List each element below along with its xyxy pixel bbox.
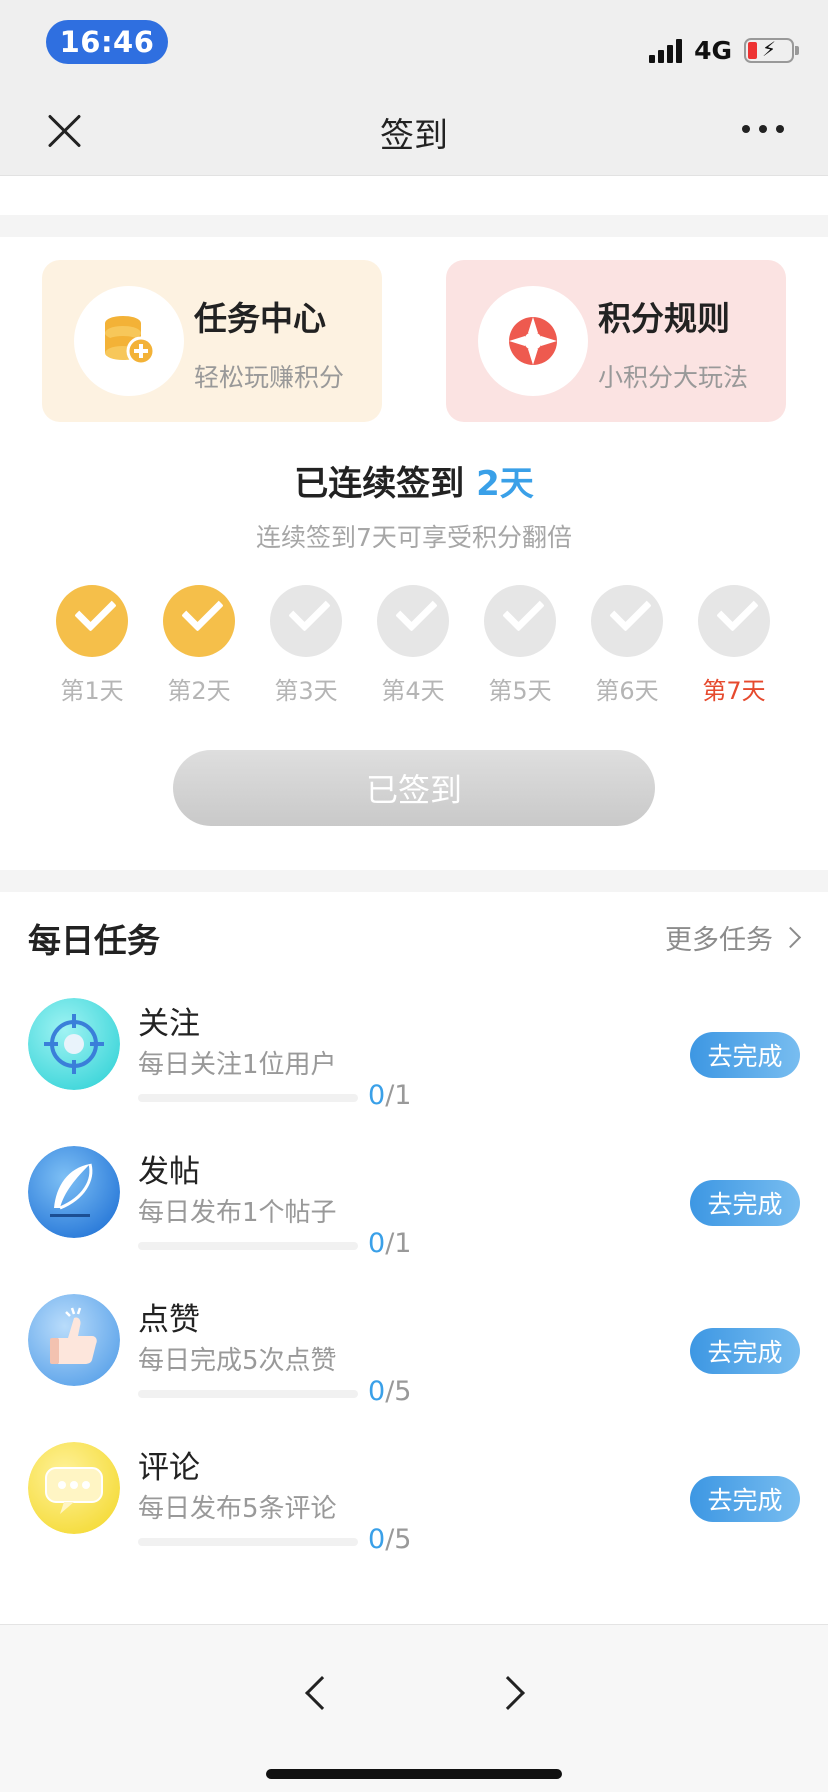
task-progress-bar: [138, 1094, 358, 1102]
more-tasks-link[interactable]: 更多任务: [665, 918, 802, 957]
bottom-navigation-bar: [0, 1624, 828, 1792]
task-progress-text: 0/5: [368, 1376, 411, 1407]
task-name: 关注: [138, 1006, 200, 1042]
day-1: 第1天: [42, 585, 142, 706]
streak-prefix: 已连续签到: [294, 464, 465, 504]
task-name: 点赞: [138, 1302, 200, 1338]
card-title: 任务中心: [194, 299, 326, 338]
streak-days: 2天: [476, 464, 534, 504]
progress-total: /1: [385, 1080, 412, 1111]
check-icon: [377, 585, 449, 657]
battery-icon: ⚡: [744, 36, 799, 63]
comment-icon: [28, 1442, 120, 1534]
task-progress-text: 0/5: [368, 1524, 411, 1555]
day-4: 第4天: [363, 585, 463, 706]
daily-tasks-title: 每日任务: [28, 921, 160, 960]
check-icon: [698, 585, 770, 657]
task-description: 每日发布5条评论: [138, 1494, 337, 1524]
day-7: 第7天: [684, 585, 784, 706]
day-6: 第6天: [577, 585, 677, 706]
divider: [0, 870, 828, 892]
lifebuoy-icon: [509, 317, 557, 365]
check-icon: [56, 585, 128, 657]
check-icon: [591, 585, 663, 657]
task-row-post: 发帖 每日发布1个帖子 0/1 去完成: [0, 1146, 828, 1286]
day-label: 第5天: [488, 677, 552, 705]
day-label: 第2天: [167, 677, 231, 705]
task-name: 评论: [138, 1450, 200, 1486]
chevron-right-icon: [779, 926, 802, 949]
day-label: 第1天: [60, 677, 124, 705]
go-complete-button[interactable]: 去完成: [690, 1180, 800, 1226]
progress-current: 0: [368, 1080, 386, 1111]
task-name: 发帖: [138, 1154, 200, 1190]
page-title: 签到: [380, 116, 448, 156]
check-icon: [163, 585, 235, 657]
coins-icon: [105, 316, 156, 366]
task-row-follow: 关注 每日关注1位用户 0/1 去完成: [0, 998, 828, 1138]
check-icon: [270, 585, 342, 657]
feather-icon: [28, 1146, 120, 1238]
task-description: 每日发布1个帖子: [138, 1198, 337, 1228]
card-subtitle: 轻松玩赚积分: [194, 363, 345, 392]
back-arrow-icon[interactable]: [305, 1676, 339, 1710]
thumbs-up-icon: [28, 1294, 120, 1386]
task-progress-text: 0/1: [368, 1228, 411, 1259]
signal-icon: [649, 37, 683, 63]
task-row-like: 点赞 每日完成5次点赞 0/5 去完成: [0, 1294, 828, 1434]
day-label: 第6天: [595, 677, 659, 705]
forward-arrow-icon[interactable]: [491, 1676, 525, 1710]
progress-total: /1: [385, 1228, 412, 1259]
card-subtitle: 小积分大玩法: [598, 363, 749, 392]
card-icon-circle: [74, 286, 184, 396]
day-3: 第3天: [256, 585, 356, 706]
check-icon: [484, 585, 556, 657]
task-progress-text: 0/1: [368, 1080, 411, 1111]
day-label: 第4天: [381, 677, 445, 705]
network-type: 4G: [694, 35, 732, 65]
task-row-comment: 评论 每日发布5条评论 0/5 去完成: [0, 1442, 828, 1582]
day-label: 第7天: [702, 677, 766, 705]
progress-current: 0: [368, 1228, 386, 1259]
task-progress-bar: [138, 1390, 358, 1398]
go-complete-button[interactable]: 去完成: [690, 1032, 800, 1078]
home-indicator: [266, 1769, 562, 1779]
task-center-card[interactable]: 任务中心 轻松玩赚积分: [42, 260, 382, 422]
more-menu-button[interactable]: [742, 125, 784, 133]
go-complete-button[interactable]: 去完成: [690, 1476, 800, 1522]
task-description: 每日关注1位用户: [138, 1050, 337, 1080]
progress-total: /5: [385, 1376, 412, 1407]
streak-hint: 连续签到7天可享受积分翻倍: [256, 523, 572, 552]
signed-in-button[interactable]: 已签到: [173, 750, 655, 826]
points-rules-card[interactable]: 积分规则 小积分大玩法: [446, 260, 786, 422]
top-bar: 16:46 4G ⚡ 签到: [0, 0, 828, 176]
divider: [0, 215, 828, 237]
target-icon: [28, 998, 120, 1090]
more-tasks-label: 更多任务: [665, 925, 773, 956]
status-indicators: 4G ⚡: [649, 30, 799, 70]
day-label: 第3天: [274, 677, 338, 705]
card-icon-circle: [478, 286, 588, 396]
status-time: 16:46: [46, 20, 168, 64]
task-progress-bar: [138, 1538, 358, 1546]
progress-current: 0: [368, 1524, 386, 1555]
card-title: 积分规则: [598, 299, 730, 338]
task-progress-bar: [138, 1242, 358, 1250]
progress-total: /5: [385, 1524, 412, 1555]
go-complete-button[interactable]: 去完成: [690, 1328, 800, 1374]
day-5: 第5天: [470, 585, 570, 706]
task-description: 每日完成5次点赞: [138, 1346, 337, 1376]
charging-bolt-icon: ⚡: [761, 36, 777, 61]
progress-current: 0: [368, 1376, 386, 1407]
streak-status: 已连续签到 2天: [0, 456, 828, 505]
day-2: 第2天: [149, 585, 249, 706]
